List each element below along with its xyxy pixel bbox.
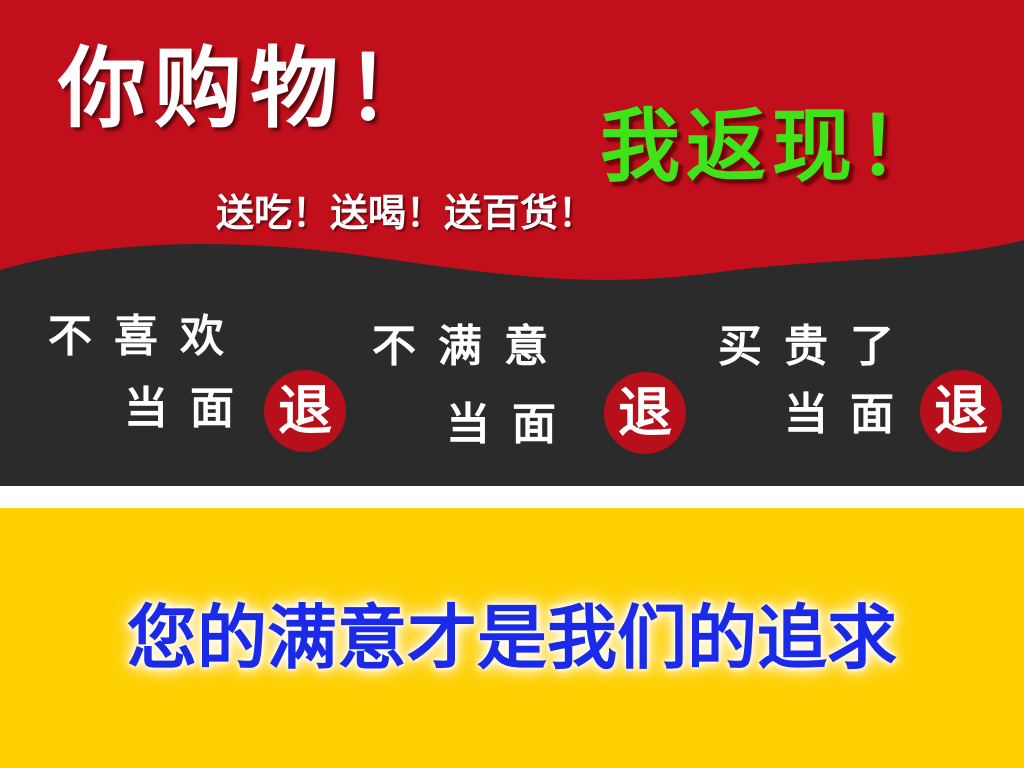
promise-action: 当面	[124, 383, 256, 434]
refund-badge: 退	[920, 370, 1002, 452]
promise-action: 当面	[446, 399, 578, 450]
cashback-text: 我返现！	[600, 100, 944, 193]
refund-badge: 退	[264, 370, 346, 452]
promise-condition: 买贵了	[718, 321, 916, 372]
promise-condition: 不喜欢	[48, 311, 246, 362]
promise-action: 当面	[784, 389, 916, 440]
gifts-text: 送吃！送喝！送百货！	[216, 191, 597, 235]
slogan: 您的满意才是我们的追求	[127, 597, 897, 679]
headline: 你购物！	[58, 37, 443, 140]
promise-condition: 不满意	[372, 321, 570, 372]
refund-badge: 退	[604, 372, 686, 454]
